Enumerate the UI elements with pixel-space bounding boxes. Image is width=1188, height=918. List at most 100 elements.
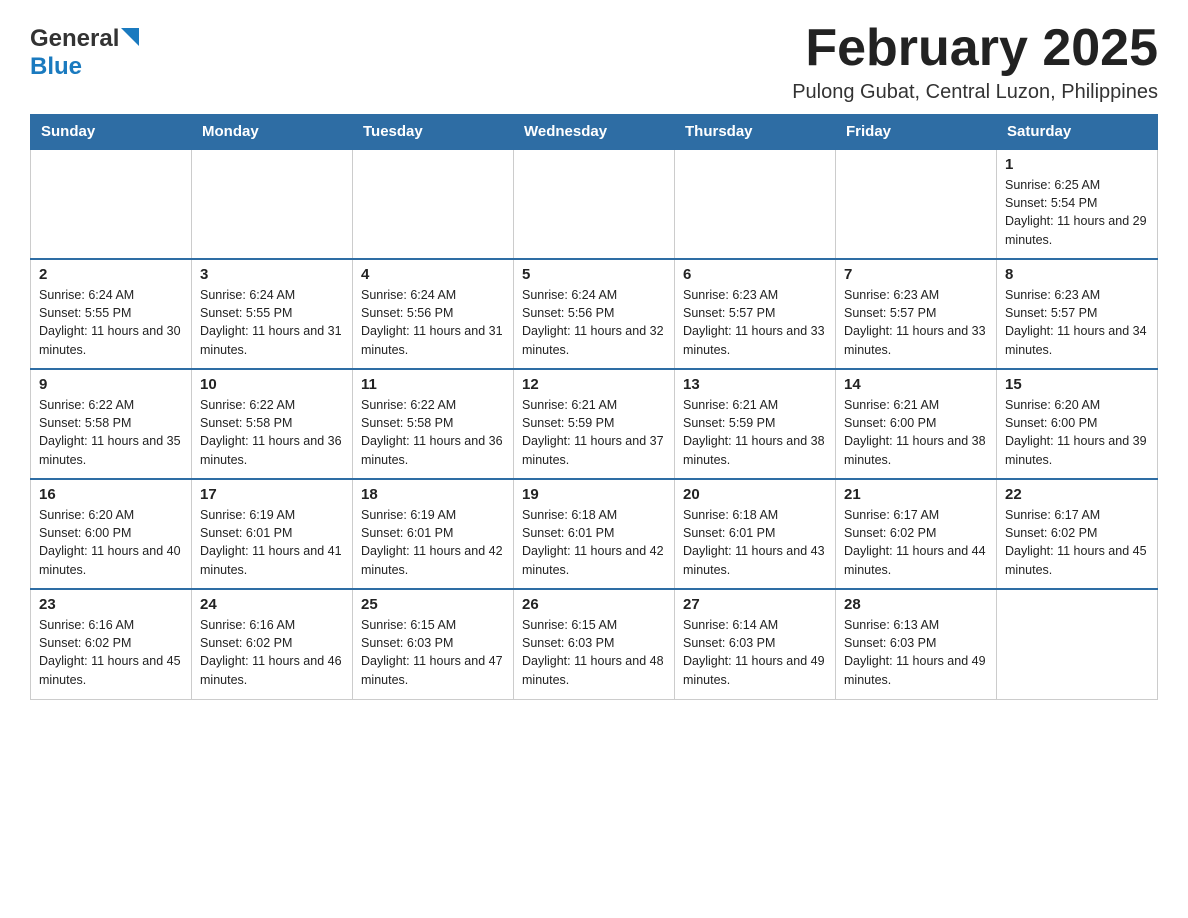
title-block: February 2025 Pulong Gubat, Central Luzo… xyxy=(792,20,1158,104)
day-info: Sunrise: 6:18 AMSunset: 6:01 PMDaylight:… xyxy=(683,506,827,579)
day-info: Sunrise: 6:16 AMSunset: 6:02 PMDaylight:… xyxy=(39,616,183,689)
logo-arrow-icon xyxy=(121,28,139,51)
calendar-cell: 6Sunrise: 6:23 AMSunset: 5:57 PMDaylight… xyxy=(675,259,836,369)
day-number: 17 xyxy=(200,486,344,503)
calendar-cell: 19 Sunrise: 6:18 AMSunset: 6:01 PMDayligh… xyxy=(514,479,675,589)
day-number: 22 xyxy=(1005,486,1149,503)
day-info: Sunrise: 6:24 AMSunset: 5:56 PMDaylight:… xyxy=(361,286,505,359)
day-info: Sunrise: 6:22 AMSunset: 5:58 PMDaylight:… xyxy=(39,396,183,469)
logo: General Blue xyxy=(30,20,139,81)
calendar-cell: 21 Sunrise: 6:17 AMSunset: 6:02 PMDayligh… xyxy=(836,479,997,589)
calendar-cell: 2 Sunrise: 6:24 AMSunset: 5:55 PMDaylight… xyxy=(31,259,192,369)
header-thursday: Thursday xyxy=(675,115,836,150)
header-tuesday: Tuesday xyxy=(353,115,514,150)
page-header: General Blue February 2025 Pulong Gubat,… xyxy=(30,20,1158,104)
day-info: Sunrise: 6:20 AMSunset: 6:00 PMDaylight:… xyxy=(39,506,183,579)
day-number: 5 xyxy=(522,266,666,283)
day-info: Sunrise: 6:24 AMSunset: 5:56 PMDaylight:… xyxy=(522,286,666,359)
calendar-cell: 12 Sunrise: 6:21 AMSunset: 5:59 PMDayligh… xyxy=(514,369,675,479)
day-number: 11 xyxy=(361,376,505,393)
day-number: 8 xyxy=(1005,266,1149,283)
logo-general-text: General xyxy=(30,25,119,53)
calendar-cell: 26Sunrise: 6:15 AMSunset: 6:03 PMDayligh… xyxy=(514,589,675,699)
day-number: 25 xyxy=(361,596,505,613)
day-number: 21 xyxy=(844,486,988,503)
calendar-cell: 15Sunrise: 6:20 AMSunset: 6:00 PMDayligh… xyxy=(997,369,1158,479)
day-info: Sunrise: 6:15 AMSunset: 6:03 PMDaylight:… xyxy=(522,616,666,689)
calendar-cell: 13 Sunrise: 6:21 AMSunset: 5:59 PMDayligh… xyxy=(675,369,836,479)
location-title: Pulong Gubat, Central Luzon, Philippines xyxy=(792,81,1158,104)
calendar-week-row: 9 Sunrise: 6:22 AMSunset: 5:58 PMDaylight… xyxy=(31,369,1158,479)
day-number: 18 xyxy=(361,486,505,503)
header-friday: Friday xyxy=(836,115,997,150)
day-info: Sunrise: 6:23 AMSunset: 5:57 PMDaylight:… xyxy=(683,286,827,359)
day-number: 28 xyxy=(844,596,988,613)
day-number: 2 xyxy=(39,266,183,283)
header-saturday: Saturday xyxy=(997,115,1158,150)
calendar-cell: 14 Sunrise: 6:21 AMSunset: 6:00 PMDayligh… xyxy=(836,369,997,479)
calendar-cell: 22 Sunrise: 6:17 AMSunset: 6:02 PMDayligh… xyxy=(997,479,1158,589)
day-number: 7 xyxy=(844,266,988,283)
day-info: Sunrise: 6:21 AMSunset: 5:59 PMDaylight:… xyxy=(683,396,827,469)
day-number: 19 xyxy=(522,486,666,503)
header-sunday: Sunday xyxy=(31,115,192,150)
day-number: 20 xyxy=(683,486,827,503)
day-number: 10 xyxy=(200,376,344,393)
day-number: 15 xyxy=(1005,376,1149,393)
day-number: 1 xyxy=(1005,156,1149,173)
day-info: Sunrise: 6:24 AMSunset: 5:55 PMDaylight:… xyxy=(39,286,183,359)
day-info: Sunrise: 6:24 AMSunset: 5:55 PMDaylight:… xyxy=(200,286,344,359)
calendar-header-row: Sunday Monday Tuesday Wednesday Thursday… xyxy=(31,115,1158,150)
calendar-cell: 4 Sunrise: 6:24 AMSunset: 5:56 PMDaylight… xyxy=(353,259,514,369)
day-info: Sunrise: 6:18 AMSunset: 6:01 PMDaylight:… xyxy=(522,506,666,579)
calendar-cell xyxy=(192,149,353,259)
day-number: 24 xyxy=(200,596,344,613)
calendar-cell: 23 Sunrise: 6:16 AMSunset: 6:02 PMDayligh… xyxy=(31,589,192,699)
calendar-cell xyxy=(675,149,836,259)
calendar-cell: 20 Sunrise: 6:18 AMSunset: 6:01 PMDayligh… xyxy=(675,479,836,589)
calendar-cell xyxy=(353,149,514,259)
calendar-cell: 24 Sunrise: 6:16 AMSunset: 6:02 PMDayligh… xyxy=(192,589,353,699)
day-number: 14 xyxy=(844,376,988,393)
day-info: Sunrise: 6:13 AMSunset: 6:03 PMDaylight:… xyxy=(844,616,988,689)
day-number: 4 xyxy=(361,266,505,283)
day-info: Sunrise: 6:22 AMSunset: 5:58 PMDaylight:… xyxy=(361,396,505,469)
day-info: Sunrise: 6:23 AMSunset: 5:57 PMDaylight:… xyxy=(844,286,988,359)
day-number: 13 xyxy=(683,376,827,393)
day-info: Sunrise: 6:17 AMSunset: 6:02 PMDaylight:… xyxy=(1005,506,1149,579)
calendar-week-row: 2 Sunrise: 6:24 AMSunset: 5:55 PMDaylight… xyxy=(31,259,1158,369)
calendar-week-row: 23 Sunrise: 6:16 AMSunset: 6:02 PMDayligh… xyxy=(31,589,1158,699)
calendar-cell xyxy=(997,589,1158,699)
header-monday: Monday xyxy=(192,115,353,150)
calendar-cell: 28 Sunrise: 6:13 AMSunset: 6:03 PMDayligh… xyxy=(836,589,997,699)
day-info: Sunrise: 6:19 AMSunset: 6:01 PMDaylight:… xyxy=(361,506,505,579)
calendar-table: Sunday Monday Tuesday Wednesday Thursday… xyxy=(30,114,1158,700)
calendar-cell: 18 Sunrise: 6:19 AMSunset: 6:01 PMDayligh… xyxy=(353,479,514,589)
day-number: 16 xyxy=(39,486,183,503)
calendar-cell: 9 Sunrise: 6:22 AMSunset: 5:58 PMDaylight… xyxy=(31,369,192,479)
month-title: February 2025 xyxy=(792,20,1158,77)
calendar-cell: 1 Sunrise: 6:25 AMSunset: 5:54 PMDaylight… xyxy=(997,149,1158,259)
logo-blue-text: Blue xyxy=(30,53,82,81)
day-info: Sunrise: 6:19 AMSunset: 6:01 PMDaylight:… xyxy=(200,506,344,579)
day-info: Sunrise: 6:17 AMSunset: 6:02 PMDaylight:… xyxy=(844,506,988,579)
calendar-cell: 25 Sunrise: 6:15 AMSunset: 6:03 PMDayligh… xyxy=(353,589,514,699)
day-info: Sunrise: 6:21 AMSunset: 5:59 PMDaylight:… xyxy=(522,396,666,469)
day-info: Sunrise: 6:16 AMSunset: 6:02 PMDaylight:… xyxy=(200,616,344,689)
day-number: 23 xyxy=(39,596,183,613)
calendar-cell: 10 Sunrise: 6:22 AMSunset: 5:58 PMDayligh… xyxy=(192,369,353,479)
calendar-cell: 3Sunrise: 6:24 AMSunset: 5:55 PMDaylight… xyxy=(192,259,353,369)
calendar-cell: 16 Sunrise: 6:20 AMSunset: 6:00 PMDayligh… xyxy=(31,479,192,589)
day-info: Sunrise: 6:22 AMSunset: 5:58 PMDaylight:… xyxy=(200,396,344,469)
calendar-cell: 8Sunrise: 6:23 AMSunset: 5:57 PMDaylight… xyxy=(997,259,1158,369)
calendar-cell xyxy=(514,149,675,259)
day-info: Sunrise: 6:14 AMSunset: 6:03 PMDaylight:… xyxy=(683,616,827,689)
day-number: 12 xyxy=(522,376,666,393)
day-number: 9 xyxy=(39,376,183,393)
day-info: Sunrise: 6:25 AMSunset: 5:54 PMDaylight:… xyxy=(1005,176,1149,249)
day-info: Sunrise: 6:15 AMSunset: 6:03 PMDaylight:… xyxy=(361,616,505,689)
day-number: 27 xyxy=(683,596,827,613)
day-info: Sunrise: 6:21 AMSunset: 6:00 PMDaylight:… xyxy=(844,396,988,469)
calendar-week-row: 16 Sunrise: 6:20 AMSunset: 6:00 PMDayligh… xyxy=(31,479,1158,589)
calendar-cell: 7 Sunrise: 6:23 AMSunset: 5:57 PMDaylight… xyxy=(836,259,997,369)
